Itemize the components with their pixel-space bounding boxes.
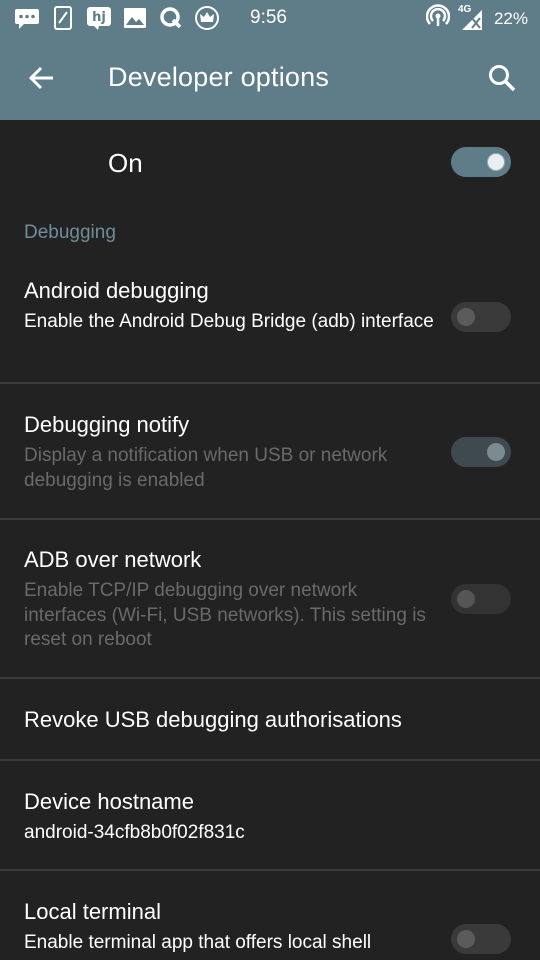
setting-title: Debugging notify <box>24 412 190 437</box>
status-bar: hj 9:56 4G 22% <box>0 0 540 36</box>
setting-device-hostname[interactable]: Device hostname android-34cfb8b0f02f831c <box>0 781 540 869</box>
hotspot-icon <box>425 4 451 33</box>
master-toggle[interactable] <box>451 147 511 177</box>
divider <box>0 518 540 520</box>
divider <box>0 382 540 384</box>
battery-percent: 22% <box>493 8 528 28</box>
master-switch-row[interactable]: On <box>0 120 540 206</box>
setting-summary: Enable the Android Debug Bridge (adb) in… <box>24 311 434 332</box>
toolbar: Developer options <box>0 36 540 120</box>
status-time: 9:56 <box>250 7 287 28</box>
setting-title: Device hostname <box>24 789 194 814</box>
divider <box>0 869 540 871</box>
image-icon <box>122 6 148 30</box>
page-title: Developer options <box>108 62 330 92</box>
toggle-thumb <box>484 150 508 174</box>
toggle-thumb <box>454 927 478 951</box>
setting-debugging-notify: Debugging notify Display a notification … <box>0 404 540 518</box>
section-header-debugging: Debugging <box>24 222 116 243</box>
setting-title: ADB over network <box>24 547 202 572</box>
toggle-thumb <box>454 587 478 611</box>
q-app-icon <box>158 6 184 30</box>
debugging-notify-toggle <box>451 437 511 467</box>
toggle-thumb <box>454 305 478 329</box>
master-switch-label: On <box>108 148 143 178</box>
arrow-back-icon[interactable] <box>26 62 58 94</box>
setting-revoke-usb-authorisations[interactable]: Revoke USB debugging authorisations <box>0 680 540 758</box>
hj-app-icon: hj <box>86 6 112 30</box>
divider <box>0 677 540 679</box>
setting-android-debugging[interactable]: Android debugging Enable the Android Deb… <box>0 270 540 382</box>
setting-summary: Display a notification when USB or netwo… <box>24 445 388 491</box>
search-icon[interactable] <box>486 62 518 94</box>
local-terminal-toggle[interactable] <box>451 924 511 954</box>
setting-title: Android debugging <box>24 278 209 303</box>
svg-text:hj: hj <box>92 10 106 25</box>
toggle-thumb <box>484 440 508 464</box>
status-indicators: 4G 22% <box>425 3 528 33</box>
setting-summary: Enable TCP/IP debugging over network int… <box>24 580 426 650</box>
setting-title: Local terminal <box>24 899 161 924</box>
setting-summary: android-34cfb8b0f02f831c <box>24 822 245 843</box>
setting-adb-over-network: ADB over network Enable TCP/IP debugging… <box>0 539 540 677</box>
adb-over-network-toggle <box>451 584 511 614</box>
android-debugging-toggle[interactable] <box>451 302 511 332</box>
divider <box>0 759 540 761</box>
setting-summary: Enable terminal app that offers local sh… <box>24 932 372 953</box>
setting-local-terminal[interactable]: Local terminal Enable terminal app that … <box>0 891 540 960</box>
crown-app-icon <box>194 6 220 30</box>
chat-bubble-icon <box>14 6 40 30</box>
network-type-label: 4G <box>457 3 472 15</box>
notification-icons: hj <box>0 6 220 30</box>
setting-title: Revoke USB debugging authorisations <box>24 707 402 732</box>
signal-icon: 4G <box>457 3 486 32</box>
phone-edit-icon <box>50 6 76 30</box>
